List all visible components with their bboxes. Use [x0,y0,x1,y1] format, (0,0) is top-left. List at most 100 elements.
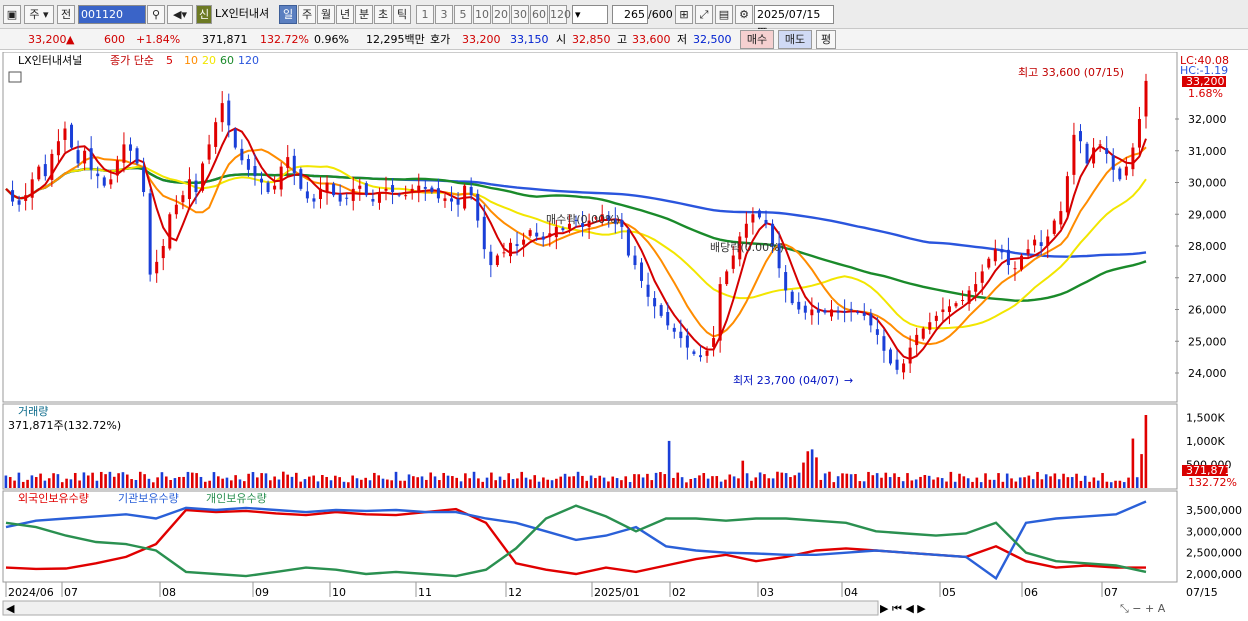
volume-bar [1040,479,1044,488]
candle [292,155,296,173]
candle [934,315,938,321]
volume-bar [767,478,771,488]
candle [875,329,879,335]
volume-bar [73,472,77,488]
volume-bar [511,479,515,488]
period-tab-4[interactable]: 분 [355,5,373,24]
range-button-120[interactable]: 120 [549,5,571,24]
candle [698,355,702,358]
x-label: 05 [942,586,956,599]
candle [30,179,34,198]
candle [1046,236,1050,246]
volume-bar [164,476,168,488]
x-label: 08 [162,586,176,599]
volume-bar [962,476,966,488]
volume-bar [503,479,506,488]
candle [377,192,381,203]
price-tick-label: 25,000 [1188,335,1227,348]
candle [856,312,860,314]
candle [961,299,965,301]
candle [305,191,309,199]
volume-bar [927,475,931,488]
candle [508,242,512,257]
candle [397,194,401,196]
buy-button[interactable]: 매수 [740,30,774,49]
market-select[interactable]: 주 ▾ [24,5,54,24]
market-label: 주 [29,8,40,21]
layout-icon[interactable]: ▣ [3,5,21,24]
range-button-5[interactable]: 5 [454,5,472,24]
volume-bar [1083,475,1087,488]
range-button-60[interactable]: 60 [530,5,548,24]
range-button-10[interactable]: 10 [473,5,491,24]
period-tab-6[interactable]: 틱 [393,5,411,24]
date-input[interactable]: 2025/07/15 ▦ [754,5,834,38]
scroll-left-icon[interactable]: ◀ [6,602,15,615]
period-tab-5[interactable]: 초 [374,5,392,24]
volume-bar [628,482,632,488]
volume-bar [442,472,445,488]
volume-bar [1122,482,1126,488]
zoom-controls[interactable]: ⤡ − + A [1120,602,1166,615]
volume-bar [828,471,831,488]
volume-bar [914,479,918,488]
volume-bar [403,480,406,488]
range-button-30[interactable]: 30 [511,5,529,24]
candle [921,328,925,339]
candle [312,198,316,202]
avg-button[interactable]: 평 [816,30,836,49]
tools-icon[interactable]: ⊞ [675,5,693,24]
expand-icon[interactable]: ⤢ [695,5,713,24]
gear-icon[interactable]: ⚙ [735,5,753,24]
stock-code-input[interactable]: 001120 [78,5,146,24]
candle [174,204,178,215]
volume-bar [849,474,853,488]
period-tab-3[interactable]: 년 [336,5,354,24]
search-icon[interactable]: ⚲ [147,5,165,24]
volume-bar [520,471,524,488]
horizontal-scrollbar[interactable] [2,600,879,616]
volume-bar [377,475,380,488]
count-input[interactable]: 265 [612,5,648,24]
range-button-1[interactable]: 1 [416,5,434,24]
volume-bar [208,480,211,488]
candle [1124,166,1128,176]
candle [391,185,395,193]
volume-bar [598,475,602,488]
volume-bar [659,472,662,488]
volume-bar [602,477,606,488]
range-button-20[interactable]: 20 [492,5,510,24]
volume-bar [940,478,944,488]
scroll-right-icon[interactable]: ▶ ⏮ ◀ ▶ [880,602,926,615]
save-icon[interactable]: ▤ [715,5,733,24]
period-tab-0[interactable]: 일 [279,5,297,24]
range-button-3[interactable]: 3 [435,5,453,24]
holdings-tick-label: 2,000,000 [1186,568,1242,581]
x-label: 02 [672,586,686,599]
prev-button[interactable]: 전 [57,5,75,24]
volume-bar [572,476,576,488]
x-label: 2025/01 [594,586,640,599]
speaker-icon[interactable]: ◀▾ [167,5,193,24]
volume-bar [542,477,545,488]
volume-ratio: 132.72% [260,33,309,46]
volume-bar [646,473,649,488]
volume-bar [529,479,532,488]
candle [816,309,820,313]
volume-bar [47,478,51,488]
volume-bar [342,481,346,488]
candle [89,148,93,170]
period-tab-2[interactable]: 월 [317,5,335,24]
volume-bar [446,475,450,488]
table-icon[interactable] [8,71,22,83]
bid-price: 33,150 [510,33,549,46]
sell-button[interactable]: 매도 [778,30,812,49]
candle [653,298,657,307]
candle [83,150,87,164]
volume-bar [373,472,376,488]
period-extra-select[interactable]: ▾ [572,5,608,24]
volume-bar [125,474,129,488]
period-tab-1[interactable]: 주 [298,5,316,24]
candle [679,331,683,339]
candle [351,188,355,201]
